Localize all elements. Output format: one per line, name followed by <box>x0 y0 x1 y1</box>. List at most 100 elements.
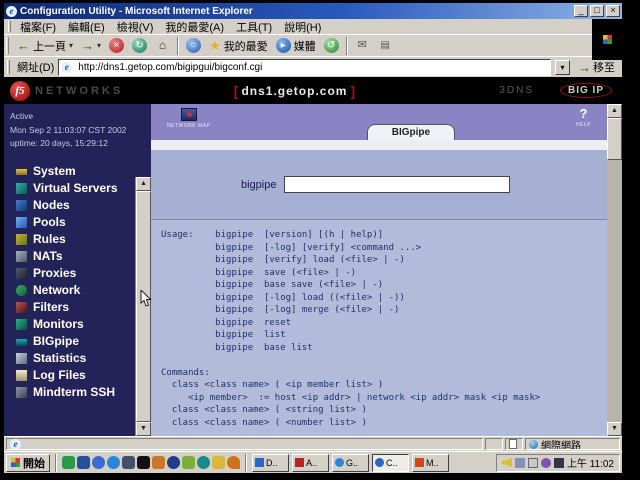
f5-logo-icon: f5 <box>10 80 30 101</box>
scrollbar-thumb[interactable] <box>607 118 622 160</box>
task-icon <box>415 458 424 467</box>
sidebar-item-nodes[interactable]: Nodes <box>16 198 151 212</box>
network-icon <box>16 284 27 296</box>
nav-list: System Virtual Servers Nodes Pools Rules… <box>16 164 151 399</box>
sidebar-item-filters[interactable]: Filters <box>16 300 151 314</box>
volume-icon[interactable] <box>501 457 512 468</box>
task-button[interactable]: A.. <box>292 453 329 472</box>
address-input[interactable]: e http://dns1.getop.com/bigipgui/bigconf… <box>58 58 551 76</box>
tab-bigpipe[interactable]: BIGpipe <box>366 124 455 140</box>
menu-file[interactable]: 檔案(F) <box>14 19 62 35</box>
sidebar-item-network[interactable]: Network <box>16 283 151 297</box>
refresh-button[interactable]: ↻ <box>129 37 150 54</box>
content-frame: NETWORK MAP BIGpipe ? HELP bigpipe Usage… <box>151 104 607 436</box>
sidebar-item-mindterm-ssh[interactable]: Mindterm SSH <box>16 385 151 399</box>
link-3dns[interactable]: 3DNS <box>499 85 534 96</box>
sidebar-item-label: Pools <box>33 215 66 230</box>
forward-dropdown-icon[interactable]: ▾ <box>97 41 101 50</box>
content-scrollbar[interactable]: ▲ ▼ <box>607 104 622 436</box>
stop-button[interactable]: × <box>106 37 127 54</box>
sidebar-item-bigpipe[interactable]: BIGpipe <box>16 334 151 348</box>
quick-launch-icon[interactable] <box>152 456 165 469</box>
task-icon <box>295 458 304 467</box>
tray-icon[interactable] <box>527 457 538 468</box>
task-label: A.. <box>306 457 318 468</box>
sidebar-item-monitors[interactable]: Monitors <box>16 317 151 331</box>
quick-launch-icon[interactable] <box>62 456 75 469</box>
rules-icon <box>16 233 27 245</box>
back-button[interactable]: ← 上一頁 ▾ <box>14 37 76 55</box>
hostname-display: [ dns1.getop.com ] <box>234 83 355 99</box>
menu-help[interactable]: 說明(H) <box>278 19 327 35</box>
quick-launch-icon[interactable] <box>92 456 105 469</box>
media-button[interactable]: ▸ 媒體 <box>273 37 319 55</box>
quick-launch-icon[interactable] <box>182 456 195 469</box>
sidebar-item-rules[interactable]: Rules <box>16 232 151 246</box>
scrollbar-track[interactable] <box>607 160 622 422</box>
menu-favorites[interactable]: 我的最愛(A) <box>159 19 230 35</box>
sidebar-item-pools[interactable]: Pools <box>16 215 151 230</box>
back-arrow-icon: ← <box>17 38 30 53</box>
sidebar-item-virtual-servers[interactable]: Virtual Servers <box>16 181 151 195</box>
quick-launch-icon[interactable] <box>167 456 180 469</box>
restore-button[interactable]: □ <box>590 5 604 17</box>
scroll-down-icon[interactable]: ▼ <box>607 422 622 436</box>
quick-launch-icon[interactable] <box>137 456 150 469</box>
task-button[interactable]: G.. <box>332 453 369 472</box>
scroll-down-icon[interactable]: ▼ <box>136 422 151 436</box>
task-button[interactable]: D.. <box>252 453 289 472</box>
sidebar-item-log-files[interactable]: Log Files <box>16 368 151 382</box>
forward-arrow-icon: → <box>81 38 95 53</box>
status-pane <box>485 438 503 450</box>
favorites-button[interactable]: ★ 我的最愛 <box>206 37 271 55</box>
window-title: Configuration Utility - Microsoft Intern… <box>20 5 253 17</box>
toolbar-grip <box>8 20 11 33</box>
quick-launch-icon[interactable] <box>227 456 240 469</box>
forward-button[interactable]: → ▾ <box>78 38 104 53</box>
sidebar-item-label: Proxies <box>33 266 77 281</box>
tray-icon[interactable] <box>540 457 551 468</box>
menu-edit[interactable]: 編輯(E) <box>62 19 111 35</box>
network-map-button[interactable]: NETWORK MAP <box>167 108 210 129</box>
home-button[interactable]: ⌂ <box>152 37 173 54</box>
search-button[interactable]: ○ <box>183 37 204 54</box>
scroll-up-icon[interactable]: ▲ <box>136 177 151 191</box>
refresh-icon: ↻ <box>132 38 148 53</box>
internet-zone-icon <box>529 439 538 449</box>
sidebar-item-label: Statistics <box>33 351 87 366</box>
media-label: 媒體 <box>293 40 316 53</box>
help-button[interactable]: ? HELP <box>576 107 591 128</box>
sidebar-item-proxies[interactable]: Proxies <box>16 266 151 281</box>
history-button[interactable]: ↺ <box>321 37 342 54</box>
status-pane <box>505 438 523 450</box>
quick-launch-icon[interactable] <box>122 456 135 469</box>
minimize-button[interactable]: _ <box>574 5 588 17</box>
go-button[interactable]: → 移至 <box>574 59 619 75</box>
sidebar-item-system[interactable]: System <box>16 164 151 178</box>
close-button[interactable]: × <box>606 5 620 17</box>
bigpipe-command-input[interactable] <box>284 176 511 193</box>
sidebar-item-nats[interactable]: NATs <box>16 249 151 263</box>
back-dropdown-icon[interactable]: ▾ <box>69 41 73 50</box>
start-button[interactable]: 開始 <box>6 453 50 472</box>
sidebar-item-statistics[interactable]: Statistics <box>16 351 151 366</box>
task-icon <box>375 458 384 467</box>
quick-launch-icon[interactable] <box>77 456 90 469</box>
tray-icon[interactable] <box>514 457 525 468</box>
tray-icon[interactable] <box>553 457 564 468</box>
menu-view[interactable]: 檢視(V) <box>111 19 160 35</box>
status-state: Active <box>10 111 34 121</box>
quick-launch-icon[interactable] <box>197 456 210 469</box>
task-button-active[interactable]: C.. <box>372 453 409 472</box>
page-icon: e <box>61 61 73 73</box>
print-button[interactable]: ▤ <box>375 37 396 54</box>
link-bigip[interactable]: BIG IP <box>559 83 612 98</box>
bigpipe-prompt-label: bigpipe <box>241 178 277 191</box>
mail-button[interactable]: ✉ <box>352 37 373 54</box>
address-dropdown-icon[interactable]: ▾ <box>555 59 570 75</box>
task-button[interactable]: M.. <box>412 453 449 472</box>
menu-tools[interactable]: 工具(T) <box>230 19 278 35</box>
quick-launch-icon[interactable] <box>212 456 225 469</box>
scroll-up-icon[interactable]: ▲ <box>607 104 622 118</box>
quick-launch-icon[interactable] <box>107 456 120 469</box>
